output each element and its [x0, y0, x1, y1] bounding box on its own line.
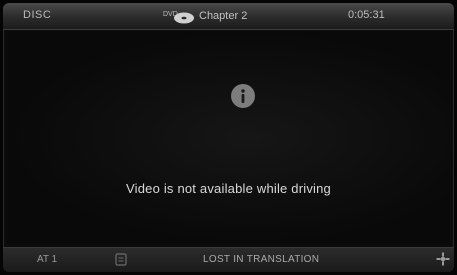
settings-cross-icon[interactable] — [436, 252, 450, 266]
dvd-screen-frame: DISC DVD Chapter 2 0:05:31 Video is not … — [3, 3, 454, 272]
bottom-info-bar: AT 1 LOST IN TRANSLATION — [3, 247, 454, 272]
audio-track-icon — [115, 253, 127, 266]
audio-channel-label: AT 1 — [37, 254, 58, 265]
elapsed-time: 0:05:31 — [348, 9, 385, 21]
disc-title: LOST IN TRANSLATION — [203, 254, 320, 265]
top-status-bar: DISC DVD Chapter 2 0:05:31 — [3, 3, 454, 30]
info-icon — [231, 84, 255, 108]
dvd-disc-icon: DVD — [163, 11, 194, 24]
chapter-label: Chapter 2 — [199, 10, 248, 22]
driving-warning-message: Video is not available while driving — [126, 181, 331, 196]
video-area[interactable]: Video is not available while driving — [7, 31, 450, 244]
source-label[interactable]: DISC — [23, 9, 51, 21]
chapter-group: DVD Chapter 2 — [163, 6, 247, 26]
